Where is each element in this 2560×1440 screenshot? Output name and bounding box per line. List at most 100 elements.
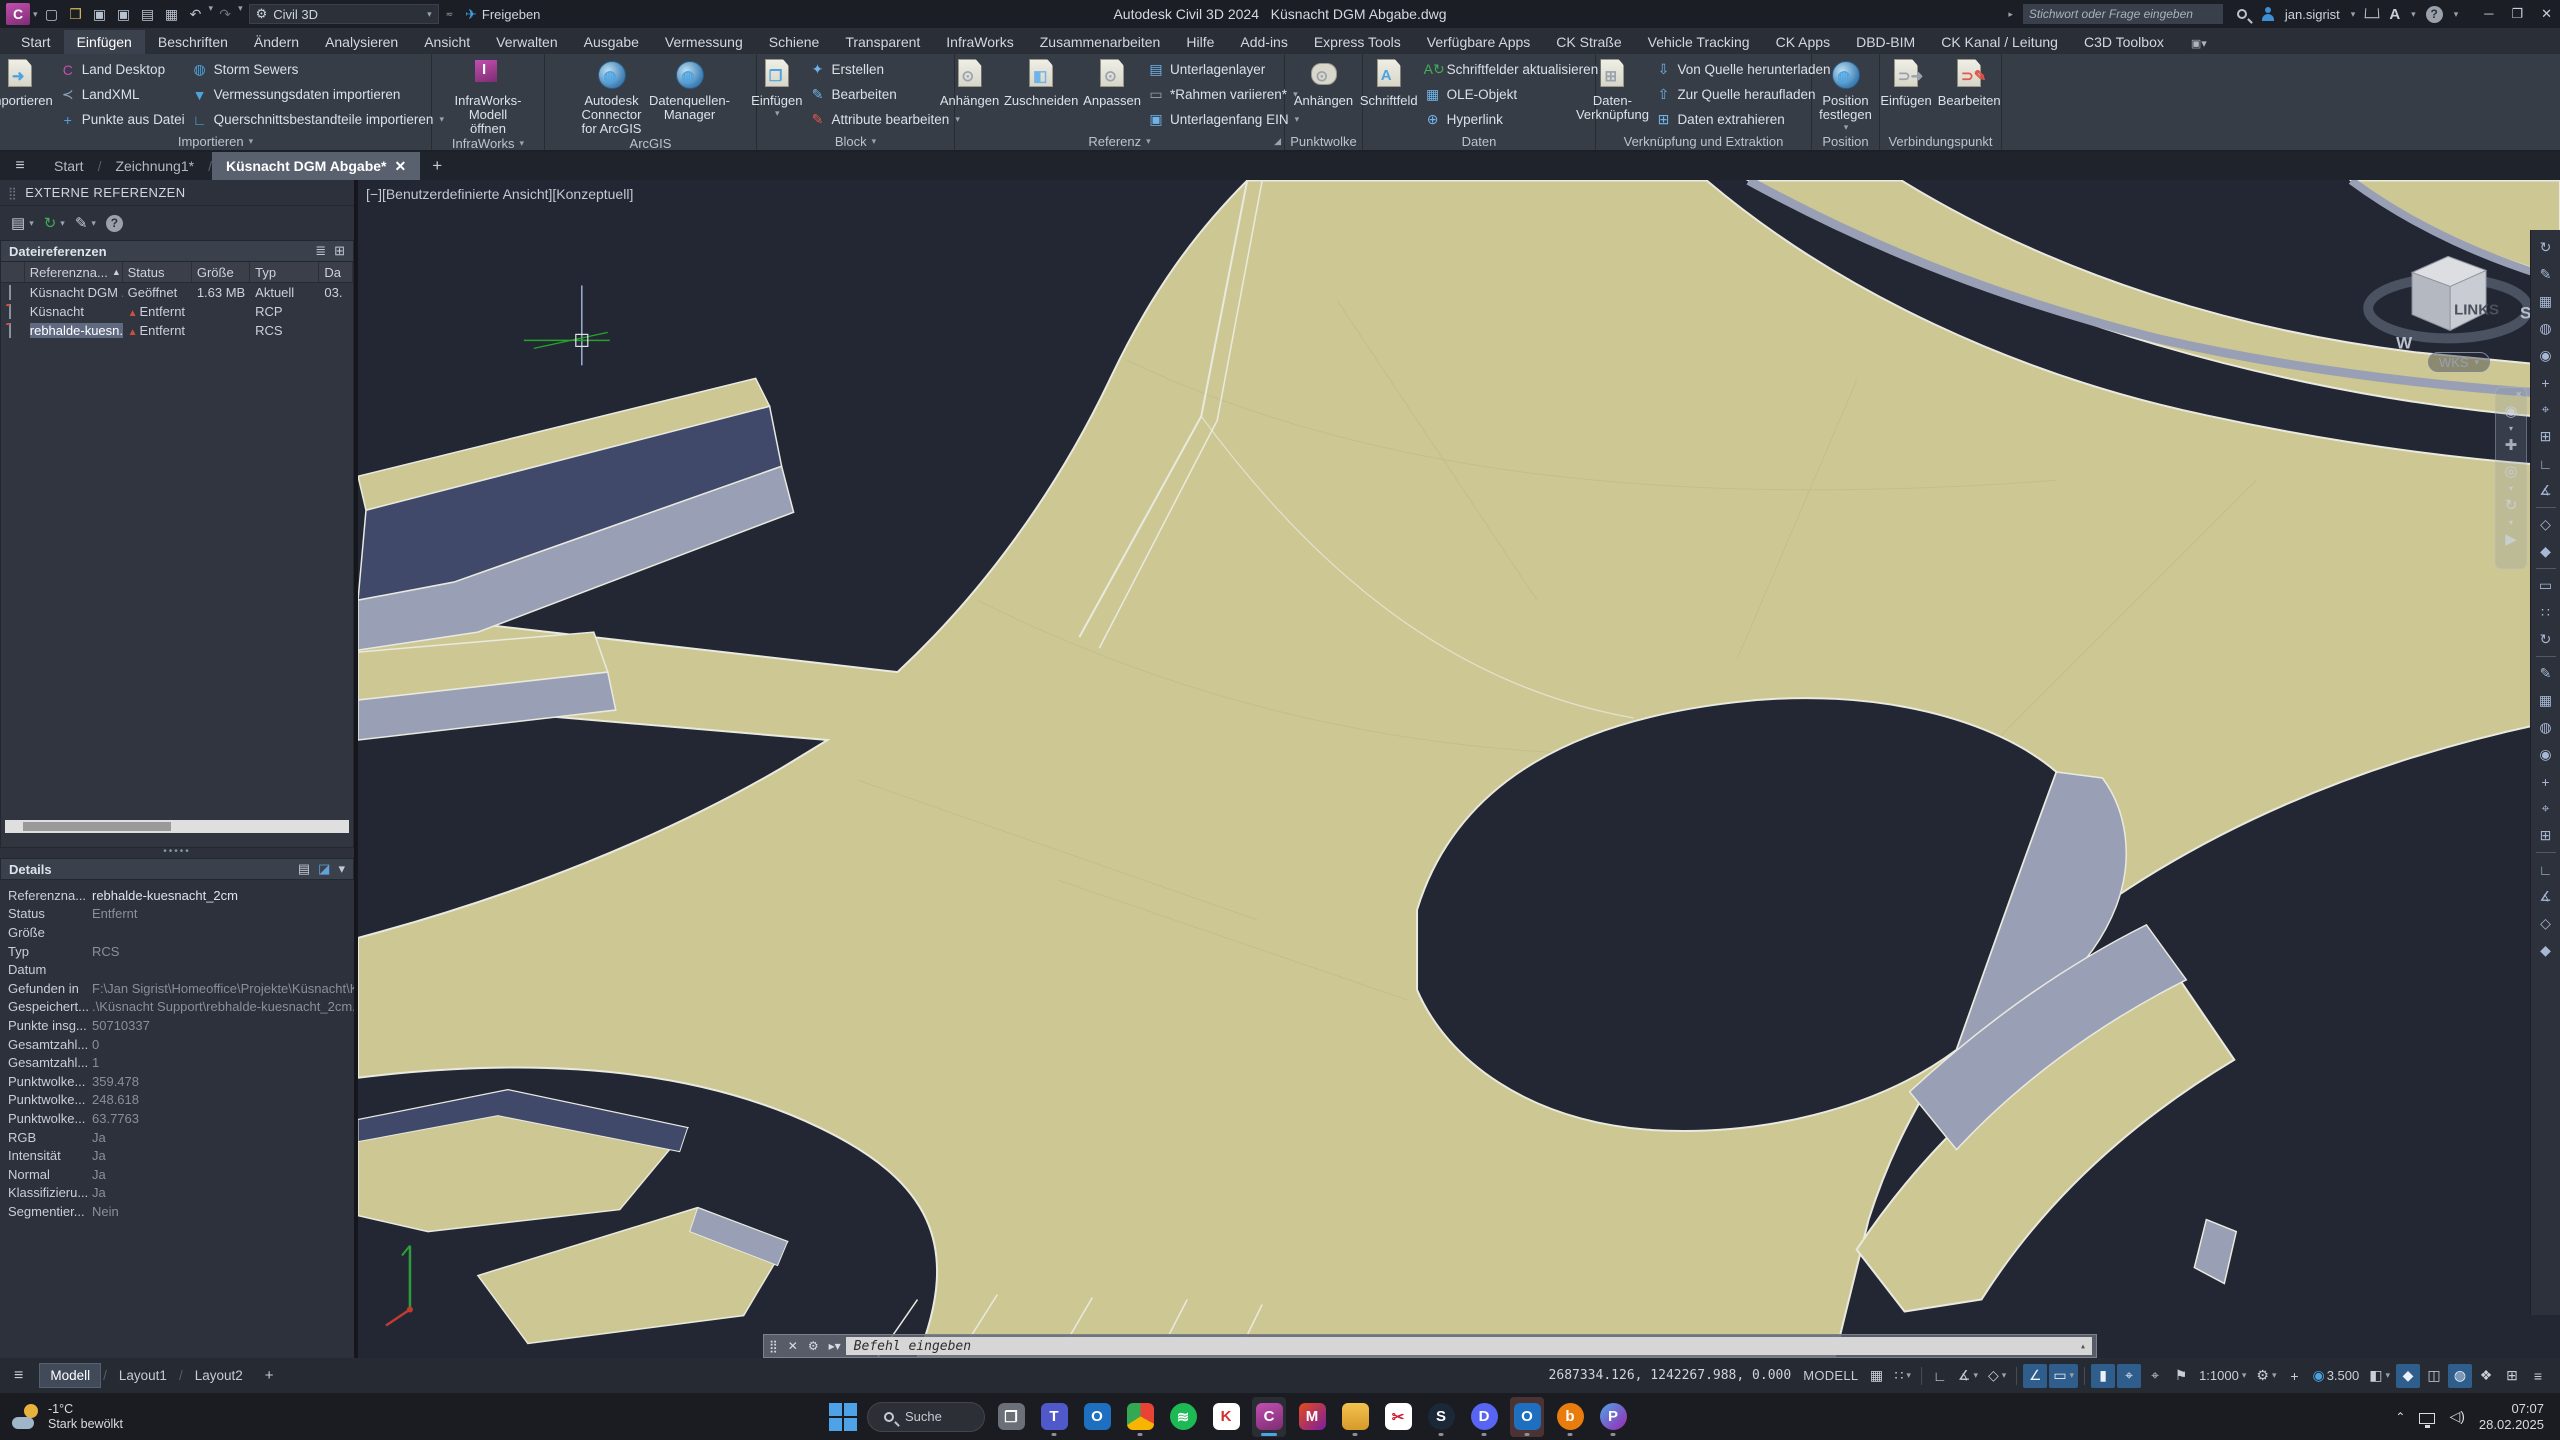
autodesk-a-icon[interactable]: A — [2389, 6, 2400, 23]
orbit-icon[interactable]: ↻ — [2531, 234, 2560, 261]
tree-view-icon[interactable]: ⊞ — [334, 243, 345, 259]
clean-screen-toggle[interactable]: ⊞ — [2500, 1364, 2524, 1388]
chevron-down-icon[interactable]: ▾ — [2496, 518, 2526, 526]
-rahmen-variieren--button[interactable]: ▭*Rahmen variieren*▾ — [1147, 82, 1299, 107]
unterlagenfang-ein-button[interactable]: ▣Unterlagenfang EIN▾ — [1147, 107, 1299, 132]
navbar-close-icon[interactable]: ✕ — [2496, 390, 2526, 398]
doc-tab-start[interactable]: Start — [40, 152, 98, 180]
column-header-typ[interactable]: Typ — [250, 262, 319, 282]
command-customize-icon[interactable]: ⚙ — [803, 1339, 824, 1353]
tab--ndern[interactable]: Ändern — [241, 30, 312, 54]
station-offset-icon[interactable]: ▭ — [2531, 572, 2560, 599]
a-menu-caret-icon[interactable]: ▾ — [2411, 9, 2416, 20]
annotation-visibility-toggle[interactable]: ⚙▾ — [2252, 1364, 2280, 1388]
details-text-view-icon[interactable]: ▤ — [298, 861, 310, 877]
save-button[interactable]: ▣ — [88, 3, 112, 25]
schriftfelder-aktualisieren-button[interactable]: A↻Schriftfelder aktualisieren — [1424, 57, 1599, 82]
tab-transparent[interactable]: Transparent — [832, 30, 933, 54]
panel-title[interactable]: Block▾ — [757, 132, 954, 150]
angle-line-icon[interactable]: ▦ — [2531, 687, 2560, 714]
point-letter-icon[interactable]: ⌖ — [2531, 396, 2560, 423]
new-file-button[interactable]: ▢ — [40, 3, 64, 25]
palette-grip-icon[interactable]: ⣿ — [8, 186, 17, 200]
vermessungsdaten-importieren-button[interactable]: ▼Vermessungsdaten importieren — [191, 82, 444, 107]
datenquellen-manager-button[interactable]: ◍Datenquellen-Manager — [654, 57, 726, 122]
close-button[interactable]: ✕ — [2541, 6, 2552, 22]
globe-imagery-icon[interactable]: ◉ — [2531, 342, 2560, 369]
point-zoom-icon[interactable]: ∟ — [2531, 450, 2560, 477]
tab-ausgabe[interactable]: Ausgabe — [571, 30, 652, 54]
tab-ck-kanal-leitung[interactable]: CK Kanal / Leitung — [1928, 30, 2071, 54]
einf-gen-button[interactable]: ❒Einfügen▾ — [751, 57, 802, 119]
panel-title[interactable]: Referenz▾ — [955, 132, 1284, 150]
scrollbar-thumb[interactable] — [23, 822, 171, 831]
qat-overflow-icon[interactable]: ≂ — [446, 9, 454, 20]
new-drawing-tab-button[interactable]: + — [420, 152, 454, 180]
column-header-status[interactable]: Status — [123, 262, 192, 282]
layout-tab-layout2[interactable]: Layout2 — [185, 1364, 253, 1387]
palette-splitter[interactable]: ••••• — [0, 848, 354, 858]
start-button[interactable] — [828, 1402, 858, 1432]
app-menu-button[interactable]: C — [6, 3, 30, 25]
surface-elevation-icon[interactable]: ∷ — [2531, 599, 2560, 626]
panel-title[interactable]: InfraWorks▾ — [432, 136, 544, 151]
taskbar-app-microsoft-365[interactable]: M — [1295, 1397, 1329, 1437]
orbit-icon[interactable]: ↻ — [2496, 492, 2526, 518]
drawing-area[interactable]: S W LINKS [−][Benutzerdefinierte Ansicht… — [358, 180, 2560, 1358]
panel-title[interactable]: Verknüpfung und Extraktion — [1596, 132, 1811, 150]
taskbar-app-outlook-calendar[interactable]: O — [1080, 1397, 1114, 1437]
table-grid-icon[interactable]: ◇ — [2531, 910, 2560, 937]
tab-analysieren[interactable]: Analysieren — [312, 30, 411, 54]
tab-infraworks[interactable]: InfraWorks — [933, 30, 1026, 54]
von-quelle-herunterladen-button[interactable]: ⇩Von Quelle herunterladen — [1654, 57, 1830, 82]
schriftfeld-button[interactable]: ASchriftfeld — [1360, 57, 1418, 108]
model-space-button[interactable]: MODELL — [1803, 1368, 1858, 1383]
land-desktop-button[interactable]: CLand Desktop — [59, 57, 185, 82]
tab-verwalten[interactable]: Verwalten — [483, 30, 570, 54]
snap-toggle[interactable]: ∷▾ — [1890, 1364, 1914, 1388]
zur-quelle-heraufladen-button[interactable]: ⇧Zur Quelle heraufladen — [1654, 82, 1830, 107]
tab-dbd-bim[interactable]: DBD-BIM — [1843, 30, 1928, 54]
tab-express-tools[interactable]: Express Tools — [1301, 30, 1414, 54]
horizontal-scrollbar[interactable] — [5, 820, 349, 833]
tab-zusammenarbeiten[interactable]: Zusammenarbeiten — [1027, 30, 1174, 54]
taskbar-search-input[interactable]: Suche — [867, 1402, 985, 1432]
layout-menu-icon[interactable]: ≡ — [0, 1367, 37, 1385]
grid-lines-icon[interactable]: ✎ — [2531, 660, 2560, 687]
panel-title[interactable]: Punktwolke — [1285, 132, 1362, 150]
viewport-controls[interactable]: [−][Benutzerdefinierte Ansicht][Konzeptu… — [366, 186, 633, 202]
object-snap-3d-toggle[interactable]: ⌖ — [2143, 1364, 2167, 1388]
showmotion-icon[interactable]: ▶ — [2496, 526, 2526, 552]
command-line[interactable]: ⣿ ✕ ⚙ ▸▾ Befehl eingeben ▴ — [763, 1334, 2097, 1358]
tab-ck-stra-e[interactable]: CK Straße — [1543, 30, 1634, 54]
chevron-down-icon[interactable]: ▾ — [2496, 424, 2526, 432]
tray-expand-icon[interactable]: ⌃ — [2395, 1410, 2405, 1424]
importieren-button[interactable]: ➜Importieren — [0, 57, 53, 108]
minimize-button[interactable]: ─ — [2484, 6, 2493, 22]
recent-commands-icon[interactable]: ▸▾ — [824, 1339, 846, 1353]
daten-extrahieren-button[interactable]: ⊞Daten extrahieren — [1654, 107, 1830, 132]
table-row[interactable]: Küsnacht▲EntferntRCP — [1, 302, 353, 321]
column-header-referenzna-[interactable]: Referenzna...▲ — [25, 262, 123, 282]
layout-tab-layout1[interactable]: Layout1 — [109, 1364, 177, 1387]
chevron-down-icon[interactable]: ▾ — [238, 3, 243, 25]
zuschneiden-button[interactable]: ◧Zuschneiden — [1005, 57, 1077, 108]
anh-ngen-button[interactable]: ⊙Anhängen — [940, 57, 999, 108]
hardware-acceleration-toggle[interactable]: ◍ — [2448, 1364, 2472, 1388]
frame-edit-icon[interactable]: ∡ — [2531, 477, 2560, 504]
taskbar-app-outlook[interactable]: O — [1510, 1397, 1544, 1437]
details-header[interactable]: Details ▤ ◪ ▾ — [0, 858, 354, 880]
punkte-aus-datei-button[interactable]: +Punkte aus Datei — [59, 107, 185, 132]
column-header-gr-e[interactable]: Größe — [192, 262, 250, 282]
chevron-down-icon[interactable]: ▾ — [2496, 484, 2526, 492]
tab-einf-gen[interactable]: Einfügen — [64, 30, 145, 54]
weather-widget[interactable]: -1°C Stark bewölkt — [0, 1402, 123, 1432]
volume-icon[interactable]: ◁) — [2449, 1408, 2464, 1425]
isolate-objects-toggle[interactable]: ◆ — [2396, 1364, 2420, 1388]
ortho-toggle[interactable]: ∟ — [1928, 1364, 1952, 1388]
anh-ngen-button[interactable]: ⊙Anhängen — [1289, 57, 1358, 108]
point-crosshair-icon[interactable]: ◆ — [2531, 937, 2560, 964]
isometric-drafting-toggle[interactable]: ◇▾ — [1984, 1364, 2010, 1388]
tab-beschriften[interactable]: Beschriften — [145, 30, 241, 54]
user-menu-caret-icon[interactable]: ▾ — [2351, 9, 2356, 20]
